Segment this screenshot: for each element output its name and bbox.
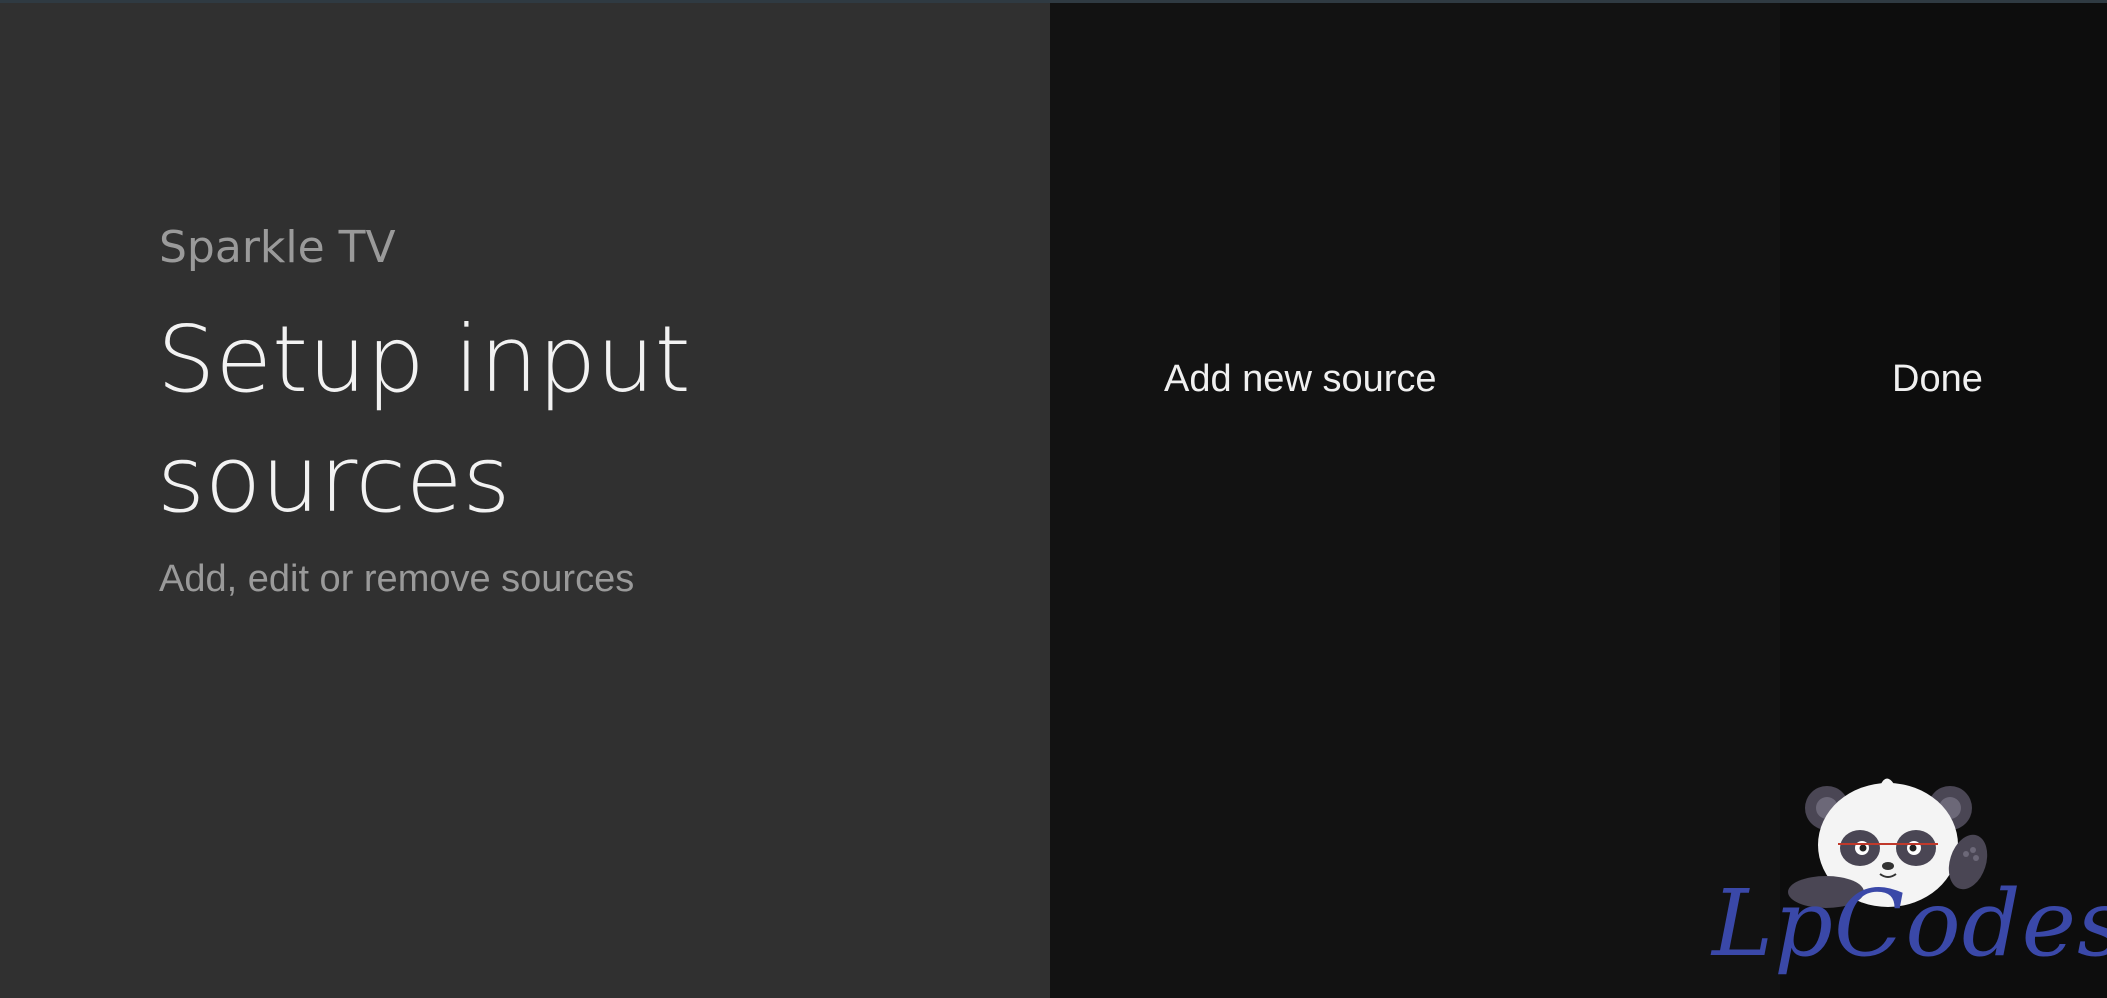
app-name: Sparkle TV	[159, 222, 396, 273]
done-button[interactable]: Done	[1892, 358, 1983, 401]
watermark-text: LpCodes	[1712, 870, 2107, 977]
page-title: Setup input sources	[157, 306, 691, 533]
watermark-logo: LpCodes	[1700, 770, 2107, 980]
actions-panel	[1050, 3, 1780, 998]
add-new-source-button[interactable]: Add new source	[1164, 358, 1437, 401]
page-subtitle: Add, edit or remove sources	[159, 558, 635, 600]
